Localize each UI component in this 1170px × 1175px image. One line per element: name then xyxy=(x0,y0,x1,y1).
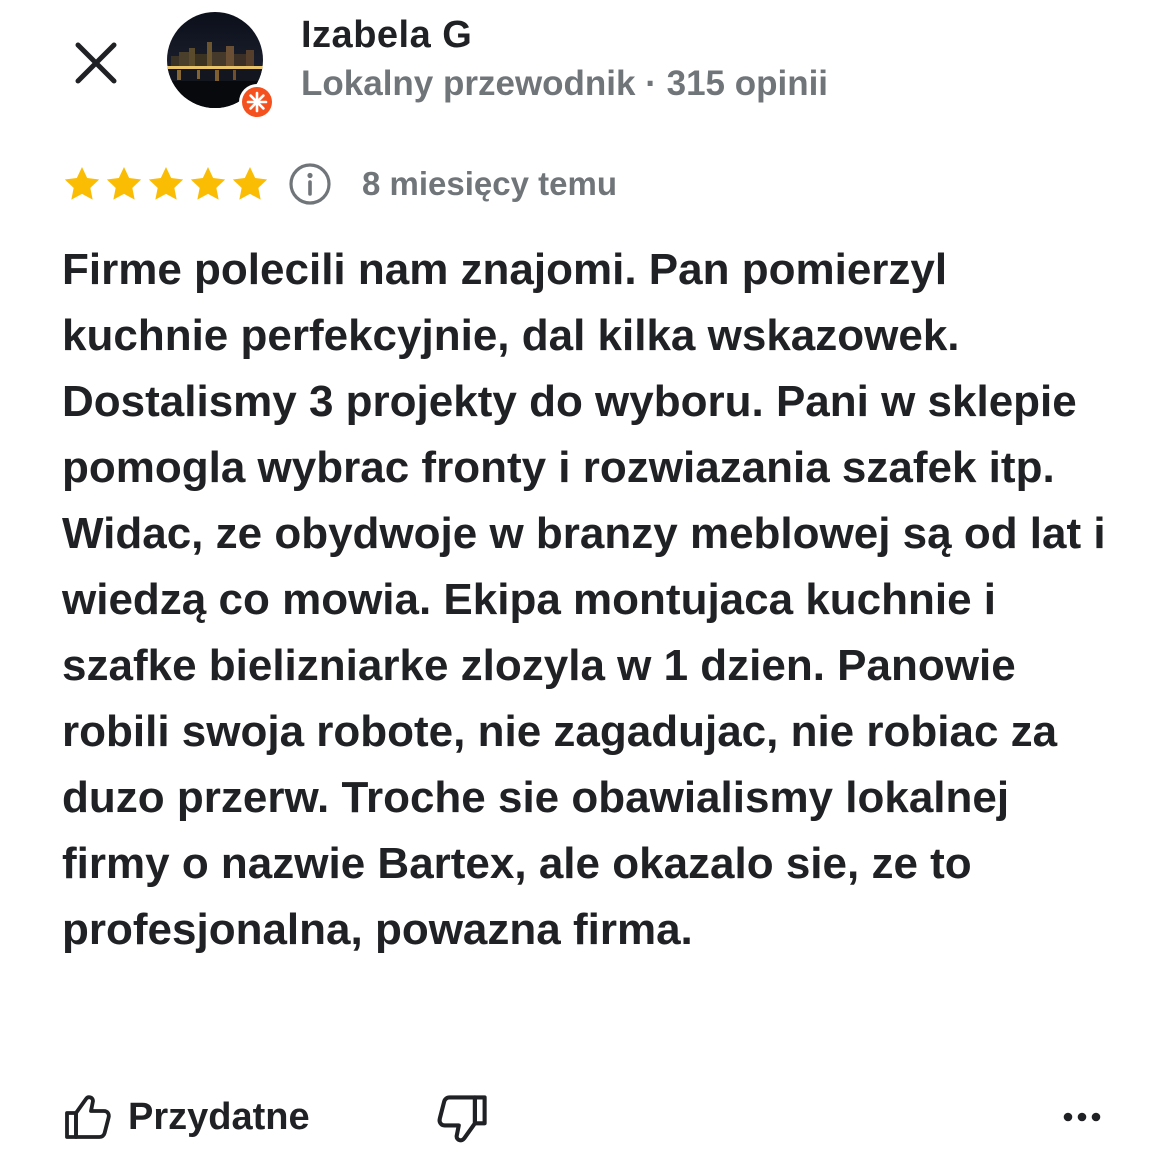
helpful-label: Przydatne xyxy=(128,1095,310,1138)
star-icon xyxy=(106,167,142,200)
close-button[interactable] xyxy=(66,33,126,93)
star-icon xyxy=(148,167,184,200)
star-rating xyxy=(62,164,270,204)
author-name[interactable]: Izabela G xyxy=(301,14,472,57)
info-icon[interactable] xyxy=(288,162,332,206)
review-date: 8 miesięcy temu xyxy=(362,165,617,202)
star-icon xyxy=(64,167,100,200)
local-guide-badge-icon xyxy=(239,84,275,120)
star-icon xyxy=(190,167,226,200)
thumbs-down-icon[interactable] xyxy=(434,1091,490,1147)
more-horizontal-icon[interactable] xyxy=(1062,1099,1102,1135)
helpful-button[interactable]: Przydatne xyxy=(62,1085,310,1149)
close-icon xyxy=(75,42,117,84)
star-icon xyxy=(232,167,268,200)
thumbs-up-icon xyxy=(65,1095,111,1139)
review-actions: Przydatne xyxy=(62,1085,1102,1149)
author-meta: Lokalny przewodnik · 315 opinii xyxy=(301,64,829,103)
review-text: Firme polecili nam znajomi. Pan pomierzy… xyxy=(62,245,1106,954)
rating-row: 8 miesięcy temu xyxy=(62,160,617,208)
avatar[interactable] xyxy=(167,12,275,120)
